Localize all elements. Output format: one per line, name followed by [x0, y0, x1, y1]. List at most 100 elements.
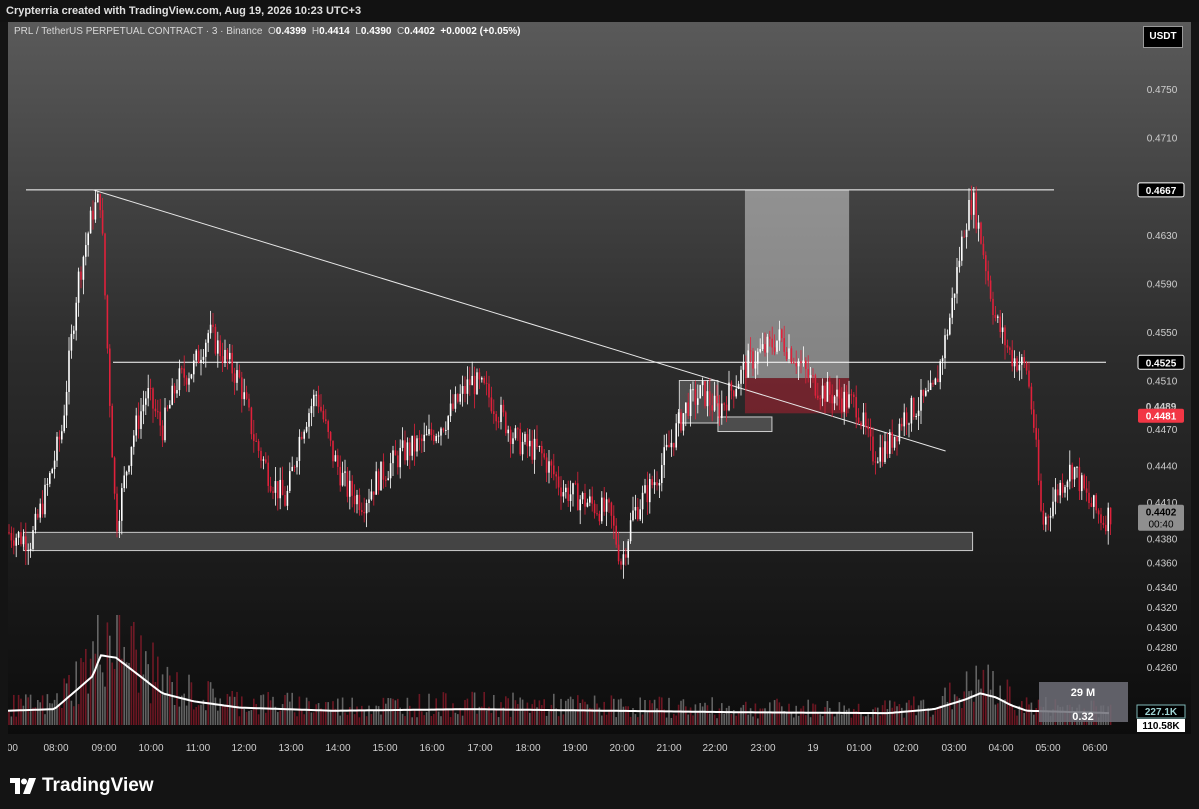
volume-bar	[212, 688, 214, 725]
candle-body	[142, 404, 145, 412]
volume-bar	[517, 704, 519, 725]
volume-bar	[817, 713, 819, 725]
candle-body	[1049, 516, 1052, 518]
candle-body	[461, 386, 464, 394]
candle-body	[358, 494, 361, 511]
volume-bar	[869, 717, 872, 725]
volume-bar	[224, 705, 226, 725]
candle-body	[1013, 358, 1016, 367]
time-tick-label: 12:00	[231, 743, 256, 754]
candle-body	[673, 442, 675, 448]
volume-bar	[353, 714, 356, 725]
candle-body	[637, 506, 639, 520]
candle-body	[157, 411, 159, 413]
volume-bar	[303, 714, 305, 725]
candle-body	[217, 340, 219, 354]
volume-bar	[387, 697, 389, 725]
volume-bar	[73, 706, 75, 725]
position-stop-zone[interactable]	[744, 378, 850, 414]
volume-bar	[615, 717, 617, 725]
candle-body	[757, 351, 759, 364]
candle-body	[65, 391, 68, 416]
volume-bar	[370, 713, 373, 725]
volume-bar	[123, 646, 125, 725]
candle-body	[857, 417, 860, 423]
price-chart-svg[interactable]: 0.4750 0.4710 0.4630 0.4590 0.4550 0.4510 0.44…	[8, 22, 1191, 762]
volume-bar	[125, 662, 128, 725]
volume-bar	[310, 712, 313, 725]
candle-body	[569, 494, 572, 502]
volume-bar	[437, 711, 440, 725]
volume-bar	[20, 698, 22, 725]
volume-bar	[380, 714, 382, 725]
volume-bar	[529, 712, 531, 725]
volume-bar	[939, 705, 941, 725]
candle-body	[133, 435, 135, 447]
price-label-0: 0.4667	[1146, 186, 1177, 197]
volume-bar	[416, 717, 418, 725]
candle-body	[1097, 510, 1100, 515]
volume-bar	[358, 717, 361, 725]
candle-body	[238, 370, 241, 378]
volume-bar	[903, 717, 905, 725]
candle-body	[181, 368, 183, 370]
volume-bar	[910, 705, 913, 725]
chart-area[interactable]: 0.4750 0.4710 0.4630 0.4590 0.4550 0.4510 0.44…	[8, 22, 1191, 762]
candle-body	[742, 362, 745, 370]
price-tick-label: 0.4590	[1147, 279, 1178, 290]
price-label-4: 0.4402	[1146, 508, 1177, 519]
volume-bar	[92, 641, 94, 725]
volume-bar	[8, 711, 10, 725]
time-tick-label: 04:00	[988, 743, 1013, 754]
candle-body	[423, 434, 425, 442]
candle-body	[308, 413, 310, 427]
candle-body	[277, 481, 279, 499]
volume-bar	[879, 715, 881, 725]
candle-body	[46, 483, 49, 485]
volume-bar	[171, 682, 173, 725]
volume-bar	[545, 715, 548, 725]
candle-body	[289, 471, 291, 491]
candle-body	[1028, 370, 1030, 387]
volume-bar	[214, 697, 217, 725]
candle-body	[94, 202, 97, 220]
candle-body	[334, 455, 337, 462]
volume-bar	[809, 717, 812, 725]
volume-bar	[922, 699, 925, 725]
candle-body	[284, 495, 286, 506]
candle-body	[829, 381, 831, 395]
candle-body	[865, 412, 867, 427]
volume-bar	[161, 674, 164, 725]
candle-body	[807, 369, 809, 378]
candle-body	[896, 436, 898, 442]
volume-bar	[586, 704, 589, 725]
currency-button[interactable]: USDT	[1143, 26, 1183, 48]
volume-bar	[997, 703, 999, 725]
volume-bar	[99, 664, 101, 725]
candle-body	[231, 352, 233, 374]
candle-body	[531, 440, 533, 460]
volume-bar	[920, 700, 922, 725]
candle-body	[625, 554, 627, 558]
candle-body	[437, 435, 440, 437]
volume-bar	[279, 710, 281, 725]
candle-body	[481, 377, 483, 380]
candle-body	[416, 438, 418, 452]
candle-body	[454, 394, 457, 409]
candle-body	[641, 492, 644, 510]
volume-bar	[653, 699, 656, 725]
volume-bar	[917, 705, 920, 725]
candle-body	[53, 460, 56, 470]
brand[interactable]: TradingView	[10, 775, 154, 797]
volume-bar	[627, 706, 629, 725]
price-tick-label: 0.4280	[1147, 643, 1178, 654]
volume-bar	[226, 693, 229, 725]
candle-body	[761, 344, 764, 350]
candle-body	[557, 476, 560, 488]
volume-bar	[543, 699, 545, 725]
volume-bar	[423, 715, 425, 725]
volume-bar	[541, 705, 543, 725]
candle-body	[910, 397, 913, 424]
volume-bar	[118, 615, 121, 725]
volume-bar	[413, 709, 416, 725]
